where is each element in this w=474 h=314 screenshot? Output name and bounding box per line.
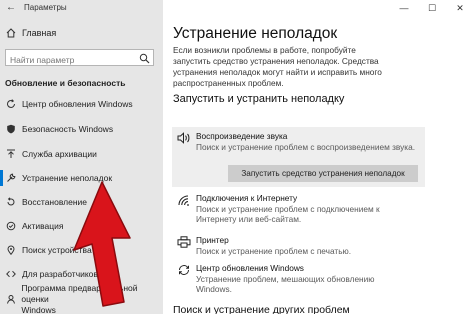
- active-indicator: [0, 170, 3, 186]
- sidebar-item-label: Для разработчиков: [22, 269, 98, 279]
- tile-internet-connections[interactable]: Подключения к Интернету Поиск и устранен…: [172, 193, 425, 225]
- sidebar-section-heading: Обновление и безопасность: [5, 78, 126, 88]
- sidebar-item-label: Безопасность Windows: [22, 124, 114, 134]
- tile-description: Поиск и устранение проблем с подключение…: [196, 203, 380, 214]
- sidebar-home-label: Главная: [22, 28, 57, 38]
- search-input[interactable]: [6, 52, 134, 68]
- tile-windows-update[interactable]: Центр обновления Windows Устранение проб…: [172, 263, 425, 295]
- recovery-icon: [0, 197, 22, 207]
- sync-icon: [0, 99, 22, 109]
- sidebar-item-developers[interactable]: Для разработчиков: [0, 265, 163, 283]
- minimize-icon[interactable]: —: [390, 0, 418, 16]
- tile-description: Поиск и устранение проблем с воспроизвед…: [196, 141, 416, 152]
- sidebar-item-label: Поиск устройства: [22, 245, 92, 255]
- main-content: — ☐ ✕ Устранение неполадок Если возникли…: [163, 0, 474, 314]
- search-icon[interactable]: [139, 51, 150, 69]
- close-icon[interactable]: ✕: [446, 0, 474, 16]
- sidebar-item-recovery[interactable]: Восстановление: [0, 193, 163, 211]
- sidebar-item-windows-security[interactable]: Безопасность Windows: [0, 120, 163, 138]
- intro-text: Если возникли проблемы в работе, попробу…: [173, 45, 382, 88]
- other-problems-heading: Поиск и устранение других проблем: [173, 304, 350, 314]
- speaker-icon: [172, 131, 196, 154]
- tile-name: Подключения к Интернету: [196, 193, 298, 203]
- printer-icon: [172, 235, 196, 258]
- run-troubleshooter-button[interactable]: Запустить средство устранения неполадок: [228, 165, 418, 182]
- sidebar-item-label: Устранение неполадок: [22, 173, 113, 183]
- tile-name: Принтер: [196, 235, 229, 245]
- developer-icon: [0, 269, 22, 279]
- sidebar-item-label-line2: Windows: [21, 304, 56, 314]
- search-box[interactable]: [5, 49, 154, 69]
- sidebar-home[interactable]: Главная: [4, 26, 56, 40]
- tile-description-line2: Windows.: [196, 284, 232, 294]
- sidebar-item-find-device[interactable]: Поиск устройства: [0, 241, 163, 259]
- tile-printer[interactable]: Принтер Поиск и устранение проблем с печ…: [172, 235, 425, 258]
- page-title: Устранение неполадок: [173, 25, 338, 42]
- sidebar-item-label: Активация: [22, 221, 64, 231]
- wifi-icon: [172, 193, 196, 216]
- sidebar-item-activation[interactable]: Активация: [0, 217, 163, 235]
- maximize-icon[interactable]: ☐: [418, 0, 446, 16]
- sidebar-item-label: Восстановление: [22, 197, 88, 207]
- sidebar: ← Параметры Главная Обновление и безопас…: [0, 0, 163, 314]
- activation-icon: [0, 221, 22, 231]
- sidebar-item-label: Программа предварительной оценки Windows: [21, 283, 163, 314]
- sidebar-item-backup[interactable]: Служба архивации: [0, 145, 163, 163]
- home-icon: [4, 28, 18, 38]
- find-device-icon: [0, 245, 22, 255]
- sidebar-item-label: Центр обновления Windows: [22, 99, 133, 109]
- sidebar-item-label: Служба архивации: [22, 149, 97, 159]
- window-title: Параметры: [24, 3, 67, 12]
- tile-description: Устранение проблем, мешающих обновлению: [196, 273, 375, 284]
- sidebar-item-label-line1: Программа предварительной оценки: [21, 282, 138, 304]
- insider-icon: [0, 294, 21, 304]
- backup-icon: [0, 149, 22, 159]
- sidebar-item-windows-update[interactable]: Центр обновления Windows: [0, 95, 163, 113]
- tile-description-line2: Интернету или веб-сайтам.: [196, 214, 302, 224]
- shield-icon: [0, 124, 22, 134]
- tile-description: Поиск и устранение проблем с печатью.: [196, 245, 352, 256]
- tile-name: Центр обновления Windows: [196, 263, 304, 273]
- sidebar-item-insider[interactable]: Программа предварительной оценки Windows: [0, 283, 163, 314]
- section-title: Запустить и устранить неполадку: [173, 93, 345, 105]
- sidebar-item-troubleshoot[interactable]: Устранение неполадок: [0, 169, 163, 187]
- back-arrow-icon[interactable]: ←: [6, 2, 16, 13]
- wrench-icon: [0, 173, 22, 183]
- window-controls: — ☐ ✕: [390, 0, 474, 16]
- tile-playing-audio[interactable]: Воспроизведение звука Поиск и устранение…: [172, 131, 425, 154]
- tile-name: Воспроизведение звука: [196, 131, 288, 141]
- sync-icon: [172, 263, 196, 286]
